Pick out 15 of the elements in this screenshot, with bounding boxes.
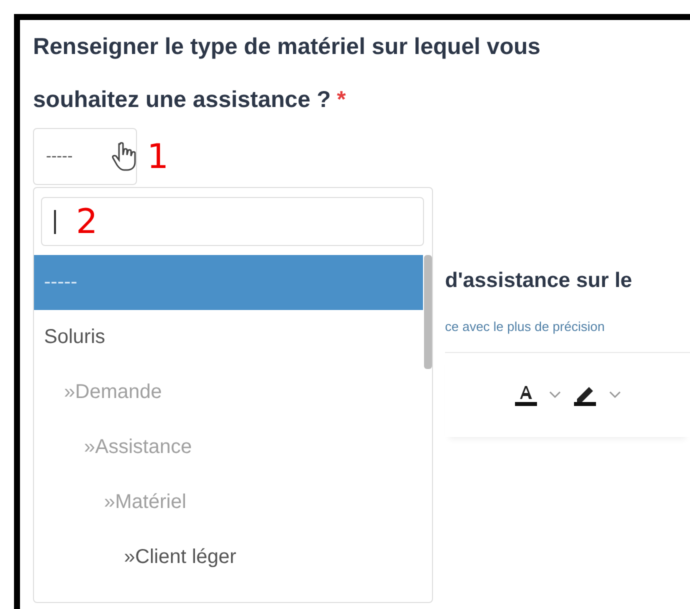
chevron-down-icon[interactable] xyxy=(609,391,621,399)
scrollbar[interactable] xyxy=(424,255,432,369)
callout-number: 1 xyxy=(147,136,169,176)
text-color-icon[interactable] xyxy=(513,383,539,407)
question-label: Renseigner le type de matériel sur lequel vous souhaitez une assistance ? * xyxy=(33,32,542,114)
field-hint: ce avec le plus de précision xyxy=(445,319,606,334)
field-label: d'assistance sur le xyxy=(445,269,634,293)
dropdown-option[interactable]: ----- xyxy=(34,255,423,310)
chevron-down-icon[interactable] xyxy=(549,391,561,399)
type-select[interactable]: ----- xyxy=(33,128,137,185)
search-field[interactable]: 2 xyxy=(41,197,424,246)
required-mark: * xyxy=(336,86,346,112)
callout-number: 2 xyxy=(76,202,98,242)
dropdown-option[interactable]: Soluris xyxy=(34,310,423,365)
text-cursor-icon xyxy=(54,210,56,234)
